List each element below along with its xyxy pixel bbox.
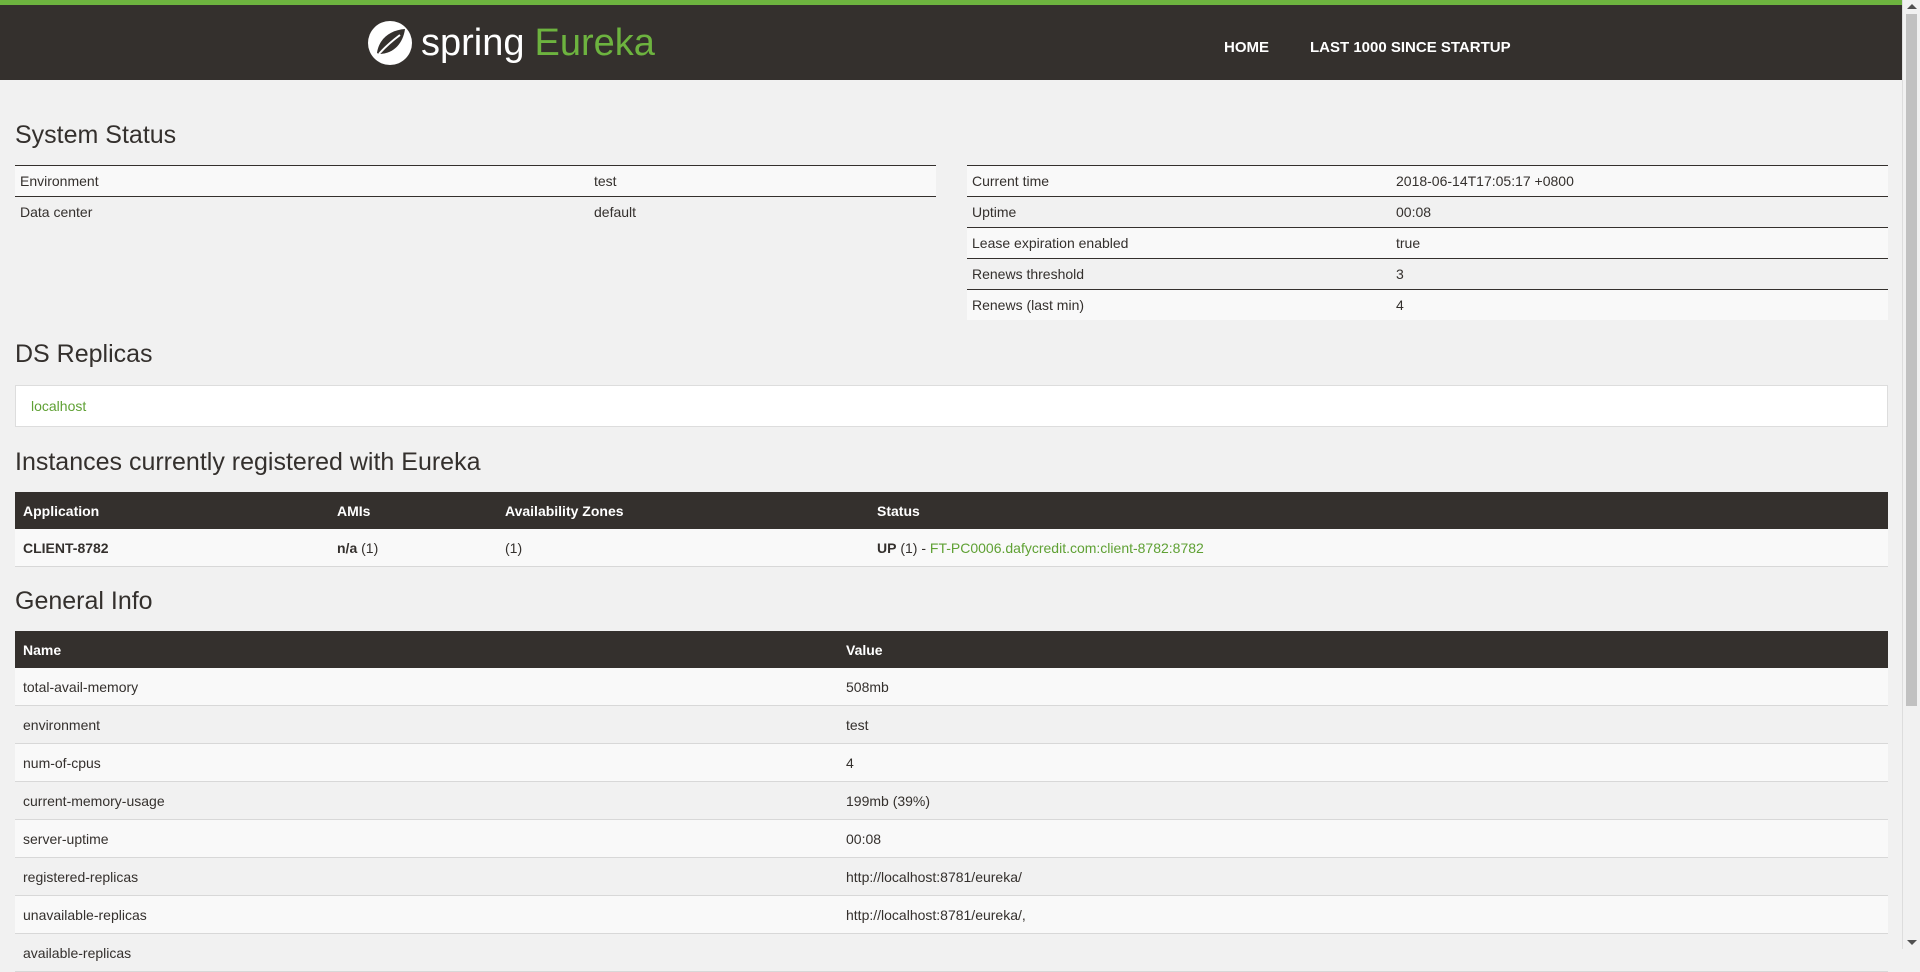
status-name: Current time bbox=[967, 165, 1391, 197]
table-row: unavailable-replicas http://localhost:878… bbox=[15, 895, 1888, 934]
general-info-heading: General Info bbox=[15, 587, 153, 615]
status-value: true bbox=[1391, 227, 1888, 259]
table-row: current-memory-usage 199mb (39%) bbox=[15, 781, 1888, 820]
ds-replicas-heading: DS Replicas bbox=[15, 340, 153, 368]
amis-count: (1) bbox=[361, 539, 379, 556]
application-cell: CLIENT-8782 bbox=[15, 529, 329, 567]
status-count: (1) - bbox=[900, 539, 927, 556]
table-row: CLIENT-8782 n/a (1) (1) UP (1) - FT-PC00… bbox=[15, 529, 1888, 567]
status-name: Renews threshold bbox=[967, 258, 1391, 290]
scroll-thumb[interactable] bbox=[1906, 14, 1917, 706]
status-value: 4 bbox=[1391, 289, 1888, 320]
info-name: registered-replicas bbox=[15, 857, 838, 896]
info-name: environment bbox=[15, 705, 838, 744]
application-name: CLIENT-8782 bbox=[23, 539, 109, 556]
info-value bbox=[838, 933, 1888, 972]
replica-link[interactable]: localhost bbox=[31, 398, 86, 414]
status-value: 00:08 bbox=[1391, 196, 1888, 228]
table-row: server-uptime 00:08 bbox=[15, 819, 1888, 858]
spring-leaf-icon bbox=[368, 21, 412, 65]
ds-replicas-panel: localhost bbox=[15, 385, 1888, 427]
col-application: Application bbox=[15, 492, 329, 529]
info-value: 508mb bbox=[838, 668, 1888, 706]
instances-table: Application AMIs Availability Zones Stat… bbox=[15, 492, 1888, 567]
status-value: 2018-06-14T17:05:17 +0800 bbox=[1391, 165, 1888, 197]
info-name: total-avail-memory bbox=[15, 668, 838, 706]
info-name: server-uptime bbox=[15, 819, 838, 858]
info-value: http://localhost:8781/eureka/, bbox=[838, 895, 1888, 934]
general-info-table: Name Value total-avail-memory 508mb envir… bbox=[15, 631, 1888, 972]
table-header-row: Name Value bbox=[15, 631, 1888, 668]
status-row: Renews (last min) 4 bbox=[967, 289, 1888, 320]
top-navbar: spring Eureka HOME LAST 1000 SINCE START… bbox=[0, 0, 1902, 80]
table-row: total-avail-memory 508mb bbox=[15, 668, 1888, 706]
brand-logo[interactable]: spring Eureka bbox=[367, 20, 655, 66]
col-status: Status bbox=[869, 492, 1888, 529]
table-row: available-replicas bbox=[15, 933, 1888, 972]
status-row: Current time 2018-06-14T17:05:17 +0800 bbox=[967, 165, 1888, 197]
nav-home-link[interactable]: HOME bbox=[1224, 39, 1269, 56]
col-name: Name bbox=[15, 631, 838, 668]
zones-cell: (1) bbox=[497, 529, 869, 567]
status-row: Renews threshold 3 bbox=[967, 258, 1888, 290]
instances-heading: Instances currently registered with Eure… bbox=[15, 448, 481, 476]
status-name: Lease expiration enabled bbox=[967, 227, 1391, 259]
system-status-left-table: Environment test Data center default bbox=[15, 165, 936, 227]
info-value: http://localhost:8781/eureka/ bbox=[838, 857, 1888, 896]
amis-value: n/a bbox=[337, 539, 358, 556]
status-row: Environment test bbox=[15, 165, 936, 197]
status-value: 3 bbox=[1391, 258, 1888, 290]
col-amis: AMIs bbox=[329, 492, 497, 529]
info-name: num-of-cpus bbox=[15, 743, 838, 782]
status-name: Renews (last min) bbox=[967, 289, 1391, 320]
scroll-up-icon[interactable] bbox=[1907, 4, 1917, 9]
table-row: environment test bbox=[15, 705, 1888, 744]
info-value: 199mb (39%) bbox=[838, 781, 1888, 820]
info-name: available-replicas bbox=[15, 933, 838, 972]
info-name: current-memory-usage bbox=[15, 781, 838, 820]
status-value: UP bbox=[877, 539, 897, 556]
system-status-right-table: Current time 2018-06-14T17:05:17 +0800 U… bbox=[967, 165, 1888, 320]
table-row: registered-replicas http://localhost:8781… bbox=[15, 857, 1888, 896]
status-value: default bbox=[589, 196, 936, 227]
info-value: test bbox=[838, 705, 1888, 744]
info-value: 00:08 bbox=[838, 819, 1888, 858]
col-zones: Availability Zones bbox=[497, 492, 869, 529]
brand-eureka-text: Eureka bbox=[534, 21, 655, 64]
status-cell: UP (1) - FT-PC0006.dafycredit.com:client… bbox=[869, 529, 1888, 567]
nav-last1000-link[interactable]: LAST 1000 SINCE STARTUP bbox=[1310, 39, 1511, 56]
info-name: unavailable-replicas bbox=[15, 895, 838, 934]
status-row: Uptime 00:08 bbox=[967, 196, 1888, 228]
status-value: test bbox=[589, 165, 936, 197]
page-scrollbar[interactable] bbox=[1902, 0, 1920, 949]
status-name: Data center bbox=[15, 196, 589, 227]
col-value: Value bbox=[838, 631, 1888, 668]
info-value: 4 bbox=[838, 743, 1888, 782]
instance-link[interactable]: FT-PC0006.dafycredit.com:client-8782:878… bbox=[930, 540, 1204, 556]
table-header-row: Application AMIs Availability Zones Stat… bbox=[15, 492, 1888, 529]
status-name: Environment bbox=[15, 165, 589, 197]
brand-spring-text: spring bbox=[421, 21, 525, 64]
system-status-heading: System Status bbox=[15, 121, 177, 149]
status-row: Lease expiration enabled true bbox=[967, 227, 1888, 259]
scroll-down-icon[interactable] bbox=[1907, 940, 1917, 945]
status-name: Uptime bbox=[967, 196, 1391, 228]
status-row: Data center default bbox=[15, 196, 936, 227]
amis-cell: n/a (1) bbox=[329, 529, 497, 567]
table-row: num-of-cpus 4 bbox=[15, 743, 1888, 782]
